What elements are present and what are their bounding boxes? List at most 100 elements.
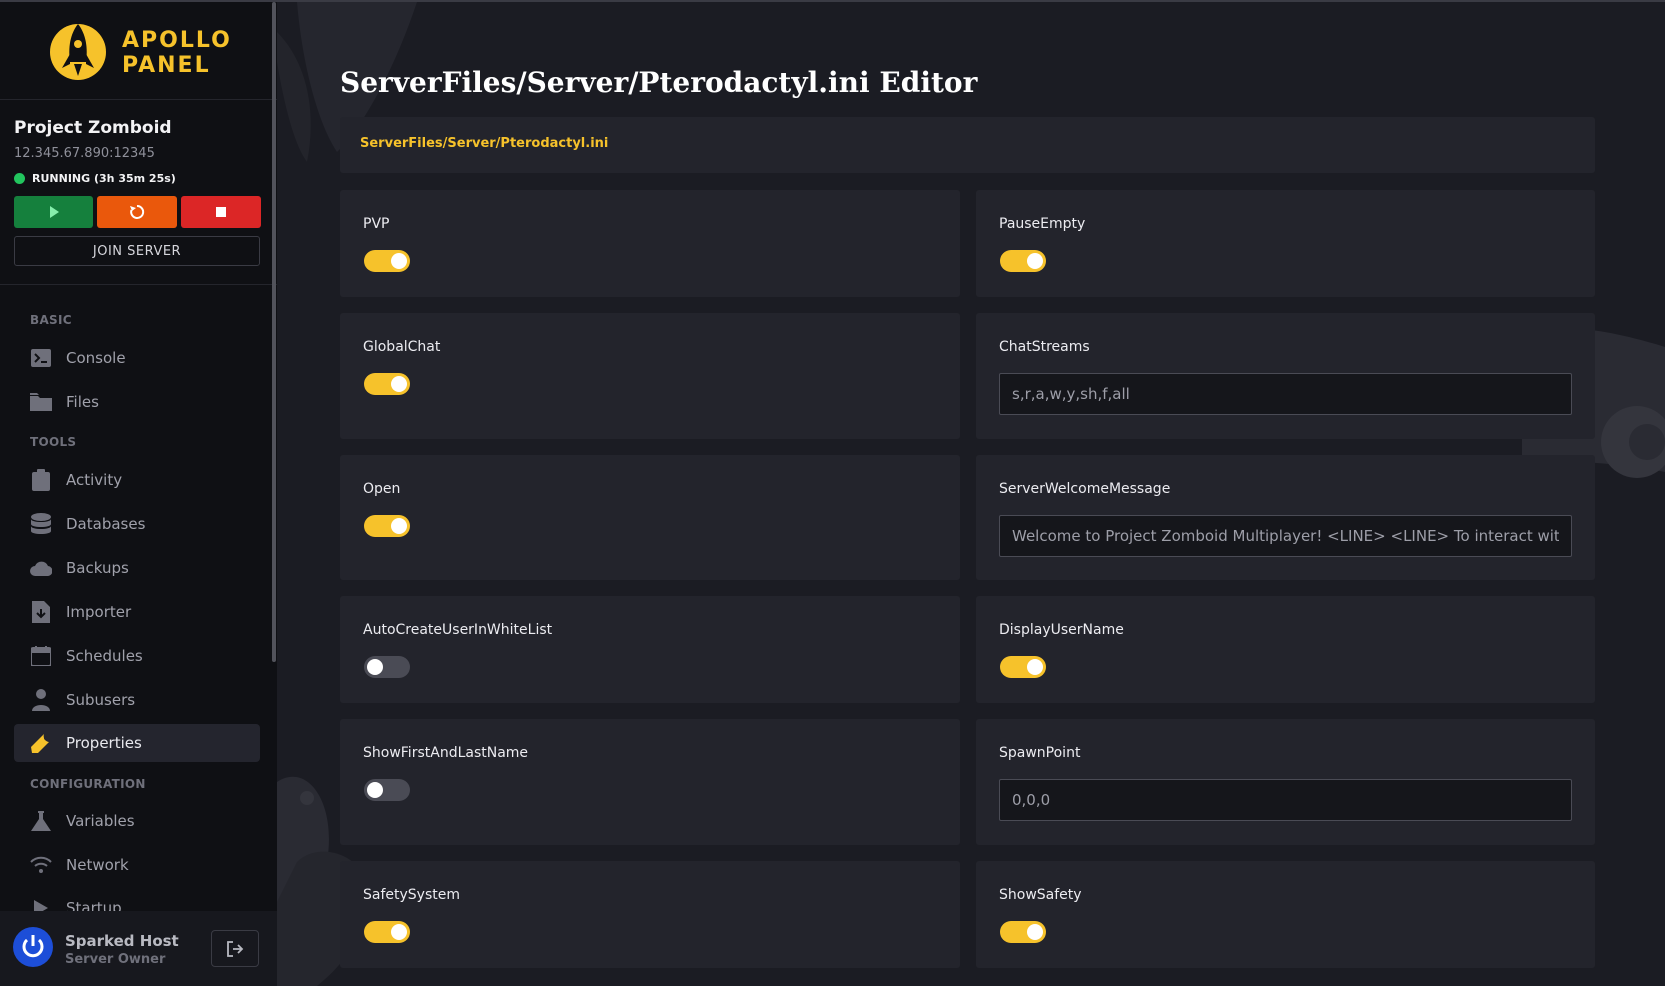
setting-label: ShowSafety	[999, 887, 1082, 903]
auto-create-whitelist-toggle[interactable]	[364, 656, 410, 678]
toggle-knob	[1027, 253, 1043, 269]
toggle-knob	[1027, 924, 1043, 940]
nav-item-console[interactable]: Console	[14, 339, 260, 377]
nav-item-label: Properties	[66, 734, 142, 752]
restart-icon	[130, 204, 145, 219]
nav-item-label: Variables	[66, 812, 135, 830]
nav-item-properties[interactable]: Properties	[14, 724, 260, 762]
join-server-button[interactable]: JOIN SERVER	[14, 236, 260, 266]
setting-label: PVP	[363, 216, 390, 232]
calendar-icon	[30, 645, 52, 667]
setting-card-show-first-last-name: ShowFirstAndLastName	[340, 719, 960, 845]
toggle-knob	[367, 659, 383, 675]
display-user-name-toggle[interactable]	[1000, 656, 1046, 678]
server-status-text: RUNNING (3h 35m 25s)	[32, 172, 176, 185]
nav-item-label: Schedules	[66, 647, 143, 665]
setting-label: SpawnPoint	[999, 745, 1081, 761]
flask-icon	[30, 810, 52, 832]
server-address: 12.345.67.890:12345	[14, 146, 155, 161]
terminal-icon	[30, 347, 52, 369]
setting-card-open: Open	[340, 455, 960, 580]
toggle-knob	[1027, 659, 1043, 675]
nav-item-variables[interactable]: Variables	[14, 802, 260, 840]
nav-item-backups[interactable]: Backups	[14, 549, 260, 587]
nav-item-schedules[interactable]: Schedules	[14, 637, 260, 675]
setting-label: AutoCreateUserInWhiteList	[363, 622, 553, 638]
file-path-bar: ServerFiles/Server/Pterodactyl.ini	[340, 117, 1595, 173]
toggle-knob	[391, 518, 407, 534]
setting-card-display-user-name: DisplayUserName	[976, 596, 1595, 703]
database-icon	[30, 513, 52, 535]
nav-item-databases[interactable]: Databases	[14, 505, 260, 543]
stop-button[interactable]	[181, 196, 261, 228]
setting-card-pause-empty: PauseEmpty	[976, 190, 1595, 297]
avatar[interactable]	[13, 927, 53, 967]
pause-empty-toggle[interactable]	[1000, 250, 1046, 272]
folder-icon	[30, 391, 52, 413]
section-title-tools: TOOLS	[30, 435, 77, 449]
user-role: Server Owner	[65, 952, 166, 967]
nav-item-subusers[interactable]: Subusers	[14, 681, 260, 719]
setting-card-auto-create-whitelist: AutoCreateUserInWhiteList	[340, 596, 960, 703]
nav-item-importer[interactable]: Importer	[14, 593, 260, 631]
brand-name: APOLLO PANEL	[122, 28, 232, 78]
nav-item-label: Console	[66, 349, 126, 367]
welcome-message-input[interactable]	[999, 515, 1572, 557]
nav-item-label: Backups	[66, 559, 129, 577]
setting-card-show-safety: ShowSafety	[976, 861, 1595, 968]
server-panel: Project Zomboid 12.345.67.890:12345 RUNN…	[0, 100, 277, 285]
nav-item-label: Databases	[66, 515, 146, 533]
setting-label: GlobalChat	[363, 339, 441, 355]
spawn-point-input[interactable]	[999, 779, 1572, 821]
page-title: ServerFiles/Server/Pterodactyl.ini Edito…	[340, 66, 978, 99]
show-safety-toggle[interactable]	[1000, 921, 1046, 943]
clipboard-icon	[30, 469, 52, 491]
logout-button[interactable]	[211, 930, 259, 967]
open-toggle[interactable]	[364, 515, 410, 537]
wifi-icon	[30, 854, 52, 876]
nav-item-activity[interactable]: Activity	[14, 461, 260, 499]
toggle-knob	[391, 924, 407, 940]
setting-label: Open	[363, 481, 401, 497]
brand[interactable]: APOLLO PANEL	[0, 2, 277, 100]
user-name: Sparked Host	[65, 932, 179, 950]
setting-label: ServerWelcomeMessage	[999, 481, 1171, 497]
cloud-icon	[30, 557, 52, 579]
user-icon	[30, 689, 52, 711]
start-button[interactable]	[14, 196, 93, 228]
file-import-icon	[30, 601, 52, 623]
power-icon	[22, 935, 44, 958]
show-first-last-name-toggle[interactable]	[364, 779, 410, 801]
setting-label: PauseEmpty	[999, 216, 1086, 232]
section-title-configuration: CONFIGURATION	[30, 777, 146, 791]
wrench-icon	[30, 732, 52, 754]
user-panel: Sparked Host Server Owner	[0, 911, 277, 986]
stop-icon	[216, 207, 226, 217]
setting-card-welcome-message: ServerWelcomeMessage	[976, 455, 1595, 580]
rocket-logo-icon	[50, 24, 106, 80]
logout-icon	[227, 940, 244, 957]
nav-item-label: Network	[66, 856, 129, 874]
setting-card-safety-system: SafetySystem	[340, 861, 960, 968]
pvp-toggle[interactable]	[364, 250, 410, 272]
play-icon	[49, 206, 59, 218]
safety-system-toggle[interactable]	[364, 921, 410, 943]
nav-item-files[interactable]: Files	[14, 383, 260, 421]
nav-item-label: Files	[66, 393, 99, 411]
nav-item-network[interactable]: Network	[14, 846, 260, 884]
toggle-knob	[391, 376, 407, 392]
nav-item-label: Activity	[66, 471, 123, 489]
brand-name-line2: PANEL	[122, 53, 211, 78]
sidebar-scrollbar[interactable]	[272, 2, 276, 662]
nav-item-label: Importer	[66, 603, 132, 621]
server-name: Project Zomboid	[14, 118, 172, 138]
setting-card-global-chat: GlobalChat	[340, 313, 960, 439]
restart-button[interactable]	[97, 196, 177, 228]
setting-label: ChatStreams	[999, 339, 1090, 355]
file-path: ServerFiles/Server/Pterodactyl.ini	[360, 136, 609, 151]
global-chat-toggle[interactable]	[364, 373, 410, 395]
chat-streams-input[interactable]	[999, 373, 1572, 415]
brand-name-line1: APOLLO	[122, 28, 232, 53]
setting-card-chat-streams: ChatStreams	[976, 313, 1595, 439]
status-dot-icon	[14, 173, 25, 184]
